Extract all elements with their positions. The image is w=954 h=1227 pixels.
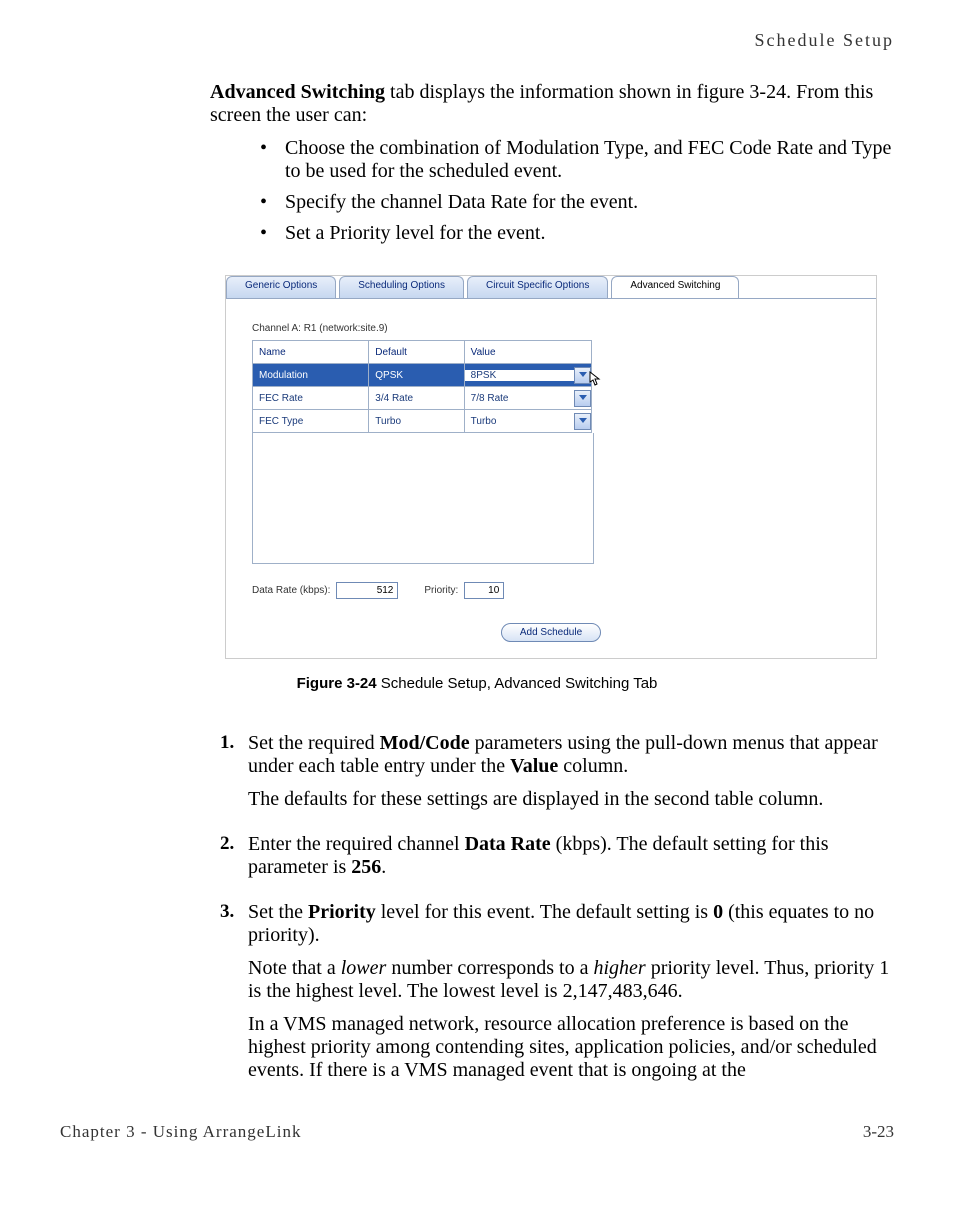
- dropdown-value: 8PSK: [465, 370, 574, 381]
- rate-priority-line: Data Rate (kbps): Priority:: [252, 582, 850, 599]
- table-row[interactable]: Modulation QPSK 8PSK: [253, 364, 592, 387]
- screenshot-panel: Generic Options Scheduling Options Circu…: [225, 275, 877, 659]
- text-bold: Value: [510, 755, 558, 777]
- page-header: Schedule Setup: [60, 30, 894, 51]
- text: .: [381, 856, 386, 878]
- figure-text: Schedule Setup, Advanced Switching Tab: [377, 675, 658, 692]
- text-bold: 0: [713, 901, 723, 923]
- cell-name: Modulation: [253, 364, 369, 387]
- data-rate-input[interactable]: [336, 582, 398, 599]
- text: Set the required: [248, 732, 380, 754]
- text: Enter the required channel: [248, 833, 465, 855]
- step-1: Set the required Mod/Code parameters usi…: [220, 732, 894, 811]
- text: number corresponds to a: [386, 957, 593, 979]
- priority-label: Priority:: [424, 585, 458, 596]
- text-bold: 256: [351, 856, 381, 878]
- bullet-item: Set a Priority level for the event.: [260, 222, 894, 245]
- table-empty-area: [252, 433, 594, 564]
- step-2: Enter the required channel Data Rate (kb…: [220, 833, 894, 879]
- text: column.: [558, 755, 628, 777]
- table-row[interactable]: FEC Type Turbo Turbo: [253, 410, 592, 433]
- footer-left: Chapter 3 - Using ArrangeLink: [60, 1122, 301, 1142]
- tab-advanced-switching[interactable]: Advanced Switching: [611, 276, 739, 298]
- text-italic: higher: [593, 957, 645, 979]
- priority-input[interactable]: [464, 582, 504, 599]
- tab-bar: Generic Options Scheduling Options Circu…: [226, 276, 876, 298]
- panel-body: Channel A: R1 (network:site.9) Name Defa…: [226, 298, 876, 658]
- cell-default: QPSK: [369, 364, 464, 387]
- page-footer: Chapter 3 - Using ArrangeLink 3-23: [60, 1122, 894, 1142]
- fecrate-dropdown[interactable]: 7/8 Rate: [465, 389, 591, 407]
- tab-circuit-specific-options[interactable]: Circuit Specific Options: [467, 276, 608, 298]
- step-3-note2: In a VMS managed network, resource alloc…: [248, 1013, 894, 1082]
- cell-default: 3/4 Rate: [369, 387, 464, 410]
- chevron-down-icon[interactable]: [574, 390, 591, 407]
- cell-default: Turbo: [369, 410, 464, 433]
- fectype-dropdown[interactable]: Turbo: [465, 412, 591, 430]
- text-bold: Priority: [308, 901, 376, 923]
- table-row[interactable]: FEC Rate 3/4 Rate 7/8 Rate: [253, 387, 592, 410]
- table-header-row: Name Default Value: [253, 341, 592, 364]
- dropdown-value: Turbo: [465, 416, 574, 427]
- intro-strong: Advanced Switching: [210, 81, 385, 103]
- figure-caption: Figure 3-24 Schedule Setup, Advanced Swi…: [60, 675, 894, 692]
- modcode-table: Name Default Value Modulation QPSK 8PSK: [252, 340, 592, 433]
- step-3: Set the Priority level for this event. T…: [220, 901, 894, 1082]
- steps-list: Set the required Mod/Code parameters usi…: [220, 732, 894, 1082]
- figure-number: Figure 3-24: [297, 675, 377, 692]
- text: Note that a: [248, 957, 341, 979]
- bullet-list: Choose the combination of Modulation Typ…: [260, 137, 894, 245]
- data-rate-label: Data Rate (kbps):: [252, 585, 330, 596]
- intro-paragraph: Advanced Switching tab displays the info…: [210, 81, 894, 127]
- cell-name: FEC Type: [253, 410, 369, 433]
- cell-value[interactable]: 8PSK: [464, 364, 591, 387]
- cell-name: FEC Rate: [253, 387, 369, 410]
- cell-value[interactable]: Turbo: [464, 410, 591, 433]
- col-value: Value: [464, 341, 591, 364]
- text: level for this event. The default settin…: [376, 901, 713, 923]
- col-default: Default: [369, 341, 464, 364]
- footer-page-number: 3-23: [863, 1122, 894, 1142]
- channel-label: Channel A: R1 (network:site.9): [252, 323, 850, 334]
- text: Set the: [248, 901, 308, 923]
- cell-value[interactable]: 7/8 Rate: [464, 387, 591, 410]
- step-1-note: The defaults for these settings are disp…: [248, 788, 894, 811]
- chevron-down-icon[interactable]: [574, 413, 591, 430]
- add-schedule-button[interactable]: Add Schedule: [501, 623, 601, 642]
- bullet-item: Specify the channel Data Rate for the ev…: [260, 191, 894, 214]
- dropdown-value: 7/8 Rate: [465, 393, 574, 404]
- bullet-item: Choose the combination of Modulation Typ…: [260, 137, 894, 183]
- col-name: Name: [253, 341, 369, 364]
- tab-generic-options[interactable]: Generic Options: [226, 276, 336, 298]
- text-italic: lower: [341, 957, 387, 979]
- modulation-dropdown[interactable]: 8PSK: [465, 366, 591, 384]
- text-bold: Data Rate: [465, 833, 551, 855]
- tab-scheduling-options[interactable]: Scheduling Options: [339, 276, 464, 298]
- step-3-note1: Note that a lower number corresponds to …: [248, 957, 894, 1003]
- text-bold: Mod/Code: [380, 732, 470, 754]
